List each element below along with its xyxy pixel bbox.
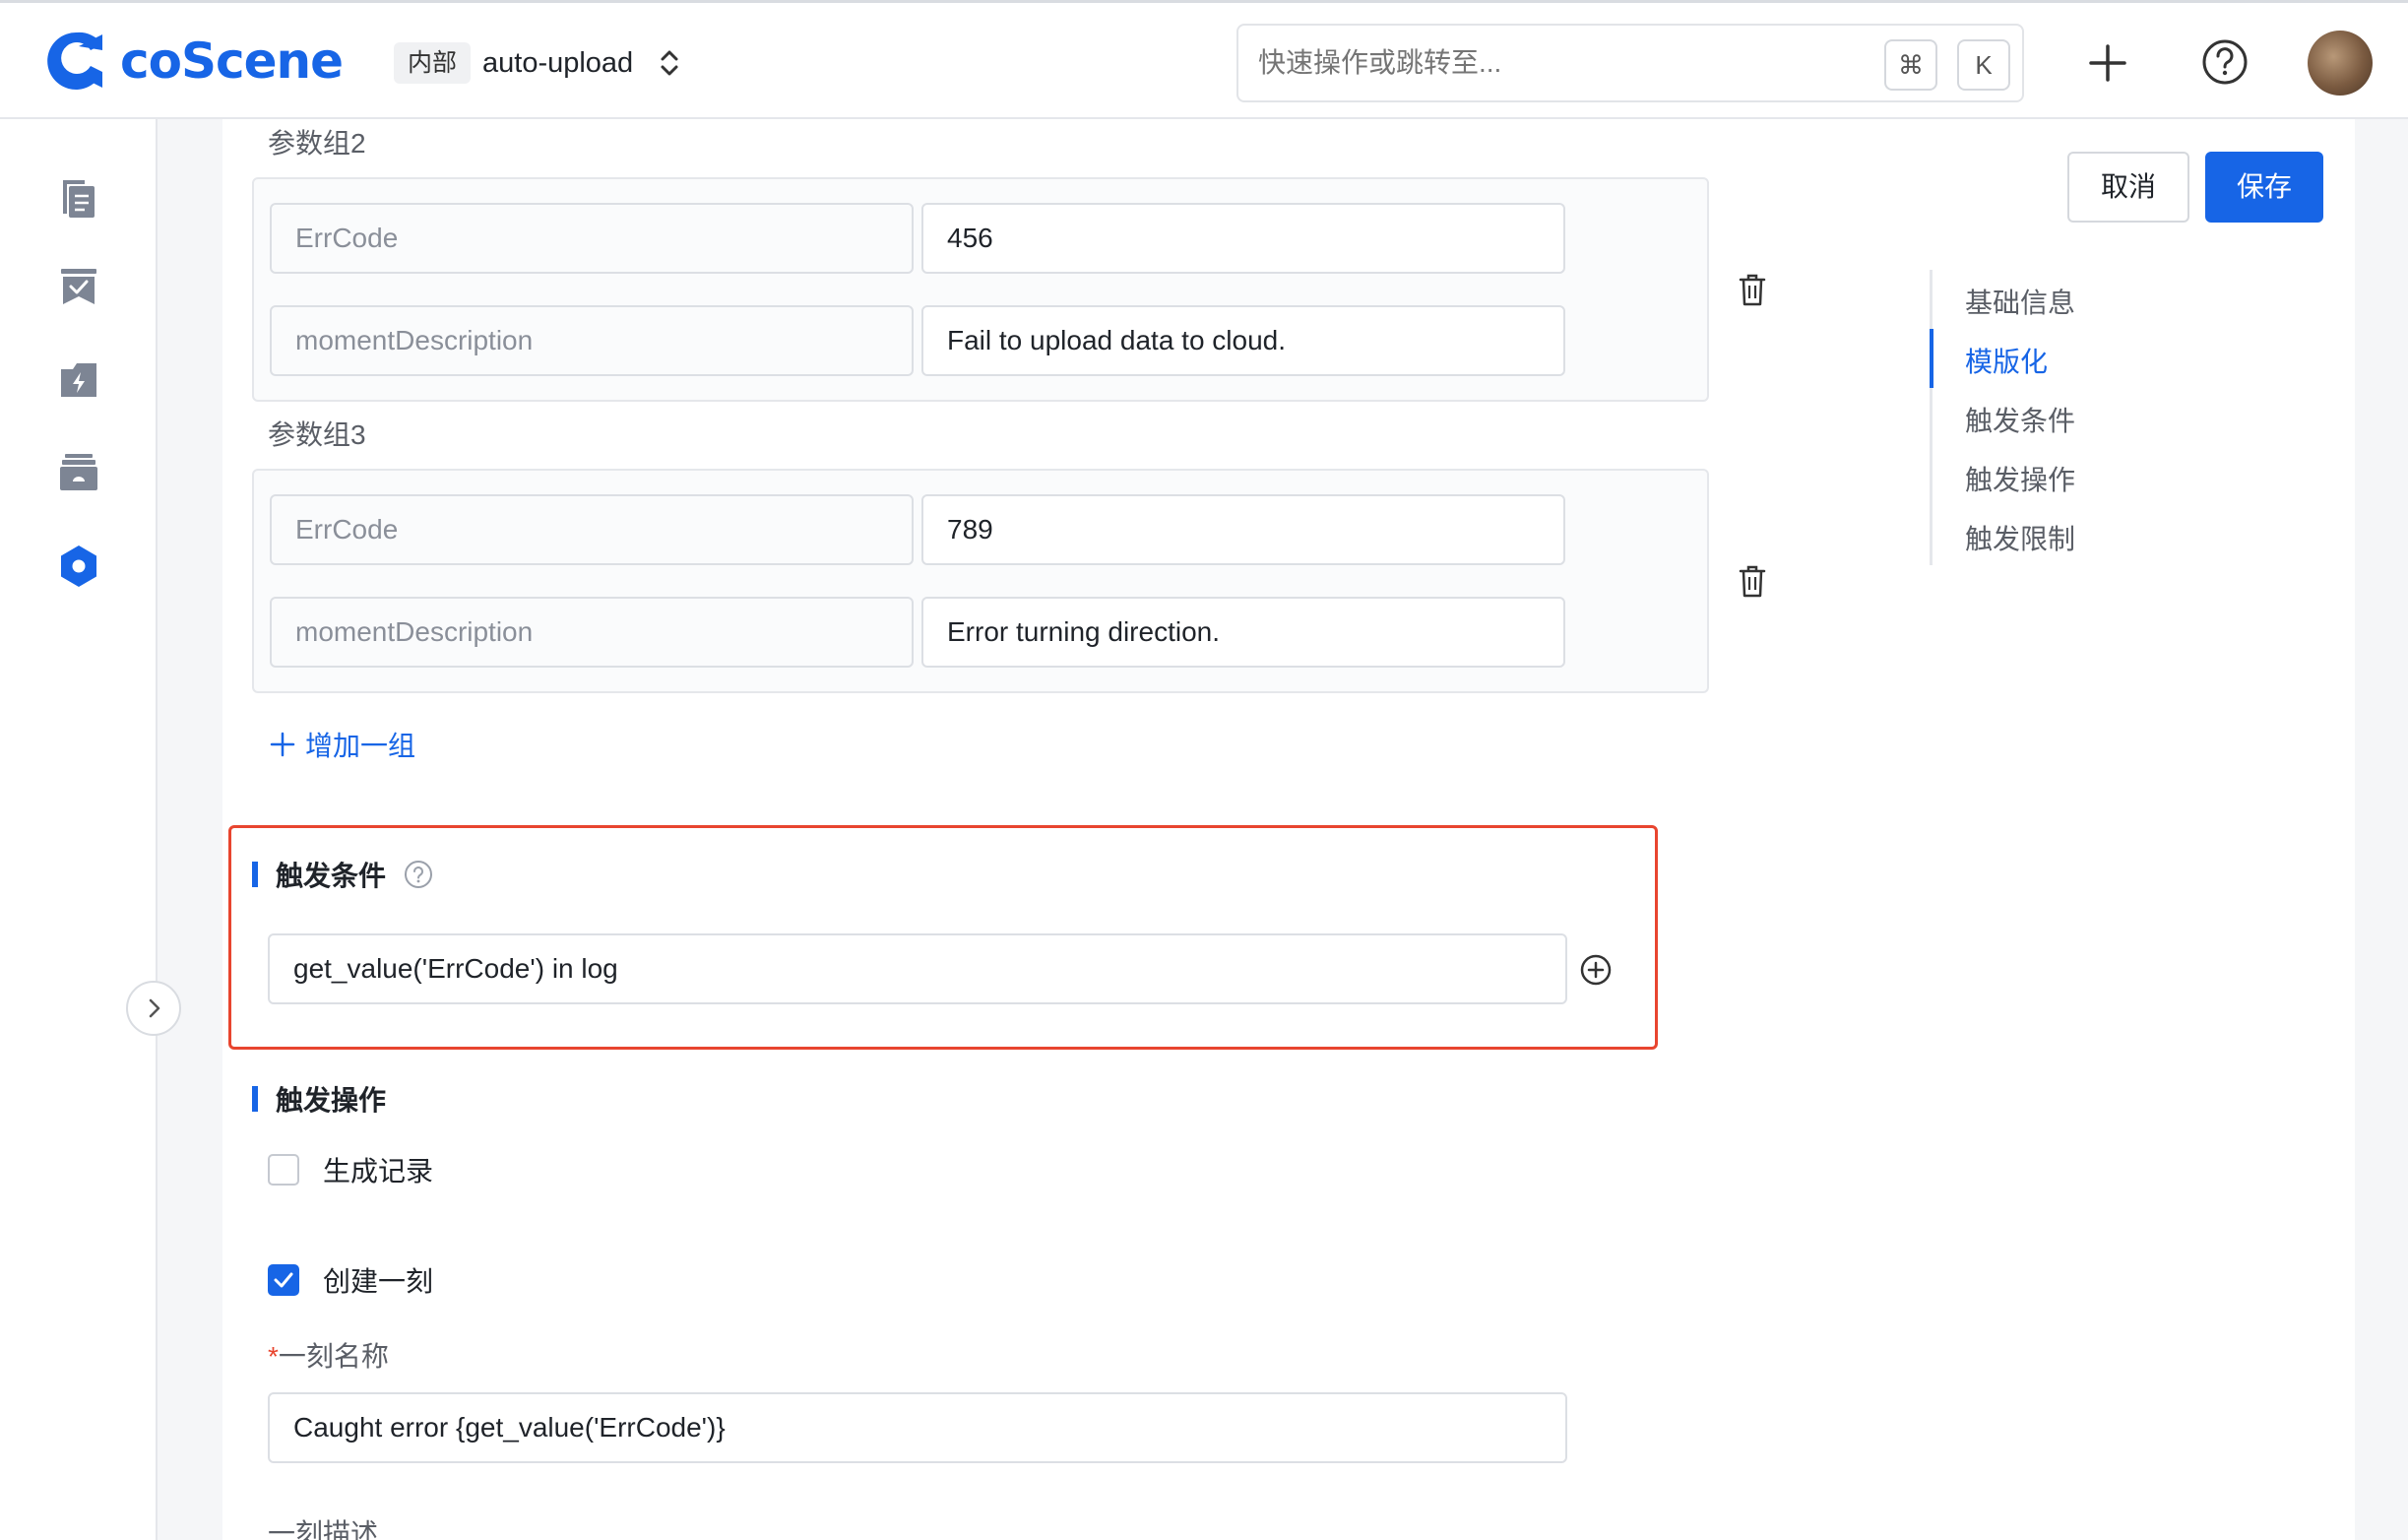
moment-desc-label: 一刻描述 [268,1518,379,1540]
trigger-action-title: 触发操作 [252,1079,386,1119]
anchor-trigger-action[interactable]: 触发操作 [1965,459,2075,498]
section-title-text: 触发条件 [276,861,387,891]
param-value-field[interactable]: Fail to upload data to cloud. [921,305,1565,376]
moment-name-label: *一刻名称 [268,1335,389,1375]
org-badge: 内部 [394,42,472,84]
param-value-field[interactable]: Error turning direction. [921,597,1565,668]
add-group-label: 增加一组 [305,731,416,761]
checkmark-icon [274,1272,293,1288]
settings-hex-icon[interactable] [55,543,102,590]
user-avatar[interactable] [2308,31,2373,96]
top-header: coScene 内部 auto-upload ⌘ K [0,0,2408,119]
section-accent-bar [252,1086,258,1112]
plus-icon [270,732,295,757]
delete-group-trash-icon[interactable] [1737,563,1768,599]
chevron-right-icon [149,998,160,1018]
trigger-condition-input[interactable]: get_value('ErrCode') in log [268,933,1567,1004]
anchor-templating[interactable]: 模版化 [1965,341,2048,380]
anchor-nav-active-indicator [1930,329,1933,388]
coscene-logo-icon [47,32,102,90]
devices-icon[interactable] [55,448,102,495]
param-key-field[interactable]: momentDescription [270,305,914,376]
anchor-trigger-limit[interactable]: 触发限制 [1965,518,2075,557]
generate-record-label: 生成记录 [323,1156,434,1187]
required-asterisk: * [268,1341,279,1372]
param-value-field[interactable]: 789 [921,494,1565,565]
create-moment-label: 创建一刻 [323,1266,434,1297]
records-icon[interactable] [55,174,102,222]
section-title-text: 触发操作 [276,1085,387,1116]
sidebar-expand-button[interactable] [126,981,181,1036]
moment-name-input[interactable]: Caught error {get_value('ErrCode')} [268,1392,1567,1463]
cancel-button[interactable]: 取消 [2067,152,2189,223]
anchor-nav-track [1930,270,1933,565]
anchor-basic-info[interactable]: 基础信息 [1965,282,2075,321]
generate-record-option[interactable]: 生成记录 [268,1150,433,1189]
param-group-label: 参数组2 [268,128,366,159]
project-name[interactable]: auto-upload [482,42,633,84]
global-search[interactable]: ⌘ K [1236,24,2024,102]
left-sidebar [0,119,158,1540]
moment-name-label-text: 一刻名称 [278,1341,389,1372]
create-moment-option[interactable]: 创建一刻 [268,1260,433,1300]
save-button[interactable]: 保存 [2205,152,2323,223]
section-accent-bar [252,862,258,887]
coscene-logo[interactable]: coScene [45,29,344,94]
trigger-condition-title: 触发条件 [252,855,433,894]
delete-group-trash-icon[interactable] [1737,272,1768,307]
add-group-button[interactable]: 增加一组 [270,725,415,764]
param-key-field[interactable]: ErrCode [270,203,914,274]
add-condition-circle-plus-icon[interactable] [1579,953,1613,987]
tasks-icon[interactable] [55,263,102,310]
logo-text: coScene [120,32,344,90]
actions-icon[interactable] [55,355,102,403]
anchor-trigger-condition[interactable]: 触发条件 [1965,400,2075,439]
param-value-field[interactable]: 456 [921,203,1565,274]
shortcut-cmd-key: ⌘ [1884,39,1937,91]
chevron-up-down-icon[interactable] [658,46,681,80]
param-group-label: 参数组3 [268,419,366,450]
create-moment-checkbox[interactable] [268,1264,299,1296]
generate-record-checkbox[interactable] [268,1154,299,1186]
param-key-field[interactable]: ErrCode [270,494,914,565]
search-input[interactable] [1258,41,1809,85]
help-icon[interactable] [2201,38,2249,86]
param-key-field[interactable]: momentDescription [270,597,914,668]
create-plus-icon[interactable] [2085,40,2130,86]
shortcut-k-key: K [1957,39,2010,91]
help-tooltip-icon[interactable] [404,860,433,889]
